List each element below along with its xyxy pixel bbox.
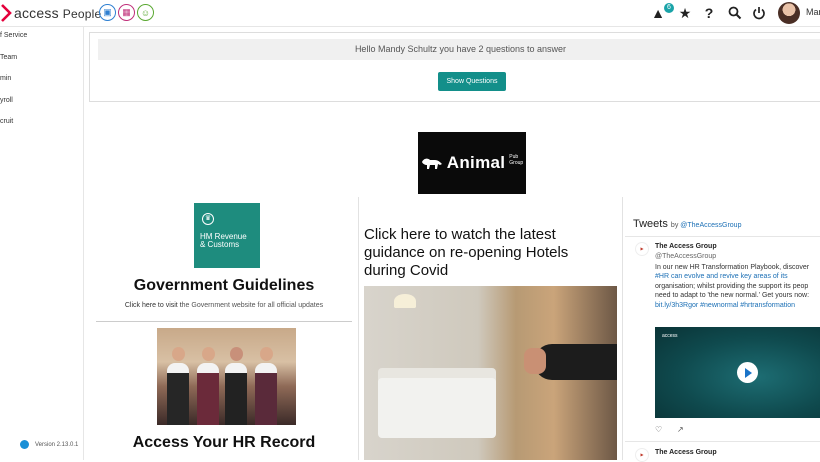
sidebar-item-admin[interactable]: min [0,75,11,82]
people-app-icon[interactable]: ☺ [137,4,154,21]
questions-card: Hello Mandy Schultz you have 2 questions… [89,32,820,102]
bed-shape [378,378,496,438]
hospitality-staff-image[interactable] [157,328,296,425]
government-guidelines-title[interactable]: Government Guidelines [96,277,352,295]
tweet-text: In our new HR Transformation Playbook, d… [655,263,820,310]
like-icon[interactable]: ♡ [655,425,662,434]
help-icon[interactable]: ? [701,5,717,21]
logo-sub: Pub Group [509,154,523,166]
sidebar-item-payroll[interactable]: yroll [0,97,13,104]
tweet-line[interactable]: bit.ly/3h3Rgor #newnormal #hrtransformat… [655,301,820,310]
questions-banner: Hello Mandy Schultz you have 2 questions… [98,39,820,60]
sidebar-item-team[interactable]: Team [0,54,17,61]
calendar-app-icon[interactable]: ▦ [118,4,135,21]
user-avatar[interactable] [778,2,800,24]
status-dot-icon [20,440,29,449]
hotel-guidance-link[interactable]: Click here to watch the latest guidance … [364,226,614,280]
logo-sub-line2: Group [509,160,524,166]
star-icon[interactable]: ★ [677,5,693,22]
lamp-shape [394,294,416,308]
twitter-feed: Tweets by @TheAccessGroup ▶ The Access G… [625,200,820,462]
tweet-author-name[interactable]: The Access Group [655,243,717,250]
divider [625,441,820,442]
show-questions-button[interactable]: Show Questions [438,72,506,91]
tweets-by-handle-link[interactable]: @TheAccessGroup [680,222,741,229]
notification-badge: 6 [664,3,674,13]
tweet-line: need to adapt to 'the new normal.' Get y… [655,292,810,300]
person-figure [255,347,277,425]
tweet-line: organisation; whilst providing the suppo… [655,282,809,290]
user-name[interactable]: Man [806,7,820,17]
briefcase-app-icon[interactable]: ▣ [99,4,116,21]
tweet-avatar-icon[interactable]: ▶ [635,242,649,256]
brand-name: access [14,5,59,21]
divider [625,236,820,237]
animal-pub-group-logo[interactable]: Animal Pub Group [418,132,526,194]
sidebar-item-self-service[interactable]: f Service [0,32,27,39]
search-icon[interactable] [727,6,743,20]
tweet-video[interactable]: access [655,327,820,418]
government-link-rest: he Government website for all official u… [181,302,324,309]
government-link-lead[interactable]: Click here to visit t [125,302,182,309]
access-logo-icon[interactable] [0,4,12,22]
tweet-author-name[interactable]: The Access Group [655,449,717,456]
lion-icon [421,158,442,169]
person-figure [225,347,247,425]
government-link-text[interactable]: Click here to visit the Government websi… [96,302,352,309]
share-icon[interactable]: ↗ [677,425,684,434]
product-name: People [62,7,102,21]
sidebar-item-recruit[interactable]: cruit [0,118,13,125]
tweets-by-prefix: by [670,222,679,229]
person-figure [167,347,189,425]
column-divider [358,197,359,460]
power-icon[interactable] [751,6,767,20]
tweets-by: by @TheAccessGroup [671,222,742,229]
hotel-room-image[interactable] [364,286,617,460]
tweet-line: In our new HR Transformation Playbook, d… [655,264,810,271]
sidebar: f Service Team min yroll cruit Version 2… [0,27,84,460]
logo-word: Animal [446,153,506,172]
hmrc-logo[interactable]: ♛ HM Revenue & Customs [194,203,260,268]
top-bar: accessPeople ▣ ▦ ☺ ▲ 6 ★ ? Man [0,0,820,27]
crown-crest-icon: ♛ [202,213,214,225]
tweets-title: Tweets [633,218,668,230]
tweet-line[interactable]: #HR can evolve and revive key areas of i… [655,272,820,281]
app-brand[interactable]: access People [14,5,101,21]
version-label: Version 2.13.0.1 [35,441,79,448]
version-info: Version 2.13.0.1 [20,440,78,449]
divider [96,321,352,322]
tweet-author-handle[interactable]: @TheAccessGroup [655,253,716,260]
video-logo: access [662,333,678,339]
play-icon[interactable] [737,362,758,383]
hand-shape [524,348,546,374]
tweets-heading: Tweets by @TheAccessGroup [633,218,741,230]
column-divider [622,197,623,460]
hr-record-title[interactable]: Access Your HR Record [96,434,352,452]
arm-shape [534,344,617,380]
person-figure [197,347,219,425]
hmrc-line2: & Customs [200,240,240,249]
